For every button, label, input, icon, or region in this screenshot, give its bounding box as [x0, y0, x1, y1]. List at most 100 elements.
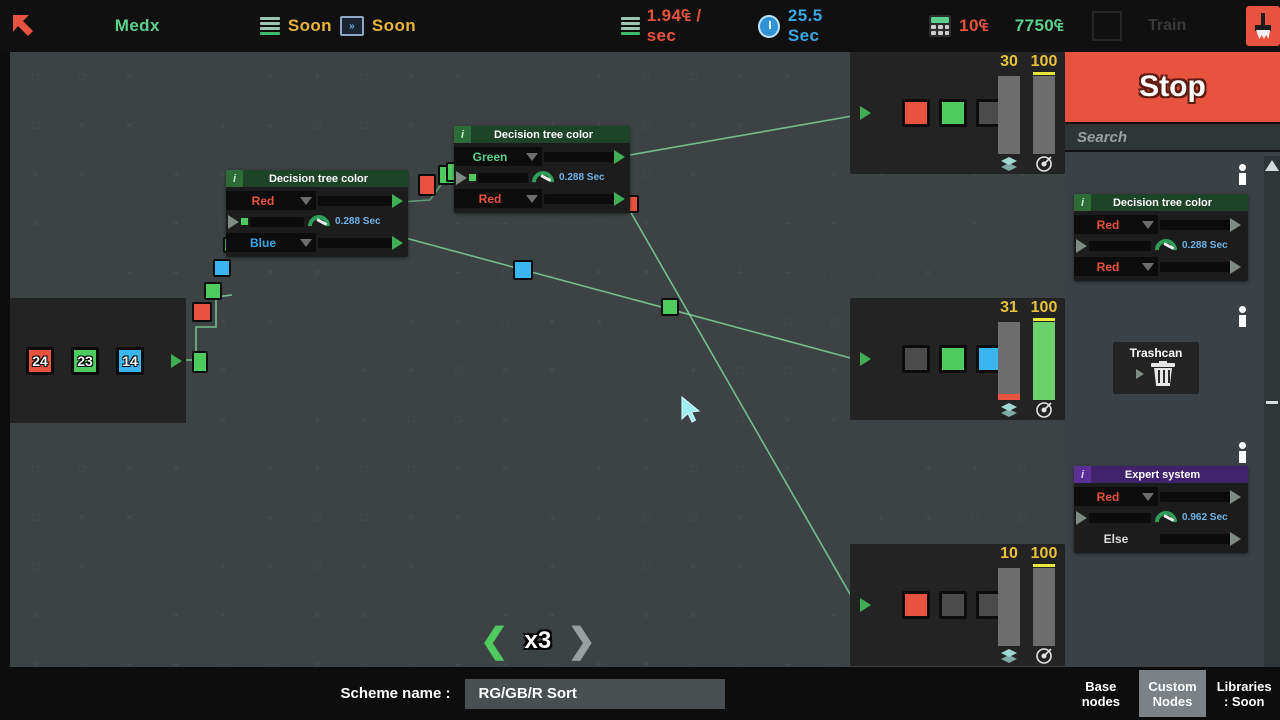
input-port[interactable] — [1136, 368, 1144, 379]
input-port[interactable] — [1076, 510, 1087, 525]
target-icon — [1035, 400, 1053, 420]
node-title: Decision tree color — [493, 128, 594, 141]
chevron-down-icon[interactable] — [526, 194, 538, 203]
node-row-branch-1[interactable]: Else — [1074, 529, 1248, 548]
chevron-down-icon[interactable] — [300, 238, 312, 247]
income-rate-value: 1.94₠ / sec — [646, 6, 702, 45]
branch-output-port[interactable] — [614, 149, 625, 164]
input-source-panel[interactable]: 24 23 14 — [10, 298, 186, 423]
output-bin-3[interactable]: 10 100 — [850, 544, 1065, 666]
broom-icon — [1253, 13, 1273, 39]
tab-label-line2: : Soon — [1223, 693, 1265, 709]
palette-scrollbar[interactable] — [1264, 156, 1280, 718]
info-icon[interactable]: i — [1074, 194, 1091, 211]
back-button[interactable] — [0, 0, 49, 52]
branch-output-port[interactable] — [1230, 489, 1241, 504]
branch-output-port[interactable] — [1230, 531, 1241, 546]
node-row-input[interactable]: 0.288 Sec — [1074, 236, 1248, 255]
node-row-input[interactable]: 0.288 Sec — [454, 168, 630, 187]
info-icon[interactable] — [1237, 306, 1247, 328]
node-row-branch-0[interactable]: Green — [454, 147, 630, 166]
node-row-input[interactable]: 0.288 Sec — [226, 212, 408, 231]
input-port[interactable] — [228, 214, 239, 229]
input-port[interactable] — [850, 352, 880, 366]
branch-output-port[interactable] — [392, 235, 403, 250]
bin-target-meter: 100 — [1031, 298, 1057, 420]
chevron-down-icon[interactable] — [1142, 492, 1154, 501]
node-header[interactable]: i Decision tree color — [1074, 194, 1248, 211]
clear-canvas-button[interactable] — [1246, 6, 1280, 46]
chevron-down-icon[interactable] — [526, 152, 538, 161]
node-row-branch-1[interactable]: Blue — [226, 233, 408, 252]
node-decision-tree-color-1[interactable]: i Decision tree color Red 0.288 Sec Blue — [226, 170, 408, 257]
node-row-branch-1[interactable]: Red — [454, 189, 630, 208]
gauge-icon — [1155, 238, 1177, 253]
input-port[interactable] — [850, 598, 880, 612]
stopwatch-icon — [758, 14, 780, 38]
color-select[interactable]: Red — [1074, 215, 1158, 234]
palette-tabs: Base nodes Custom Nodes Libraries : Soon — [1065, 667, 1280, 720]
server-stack-icon — [621, 15, 640, 37]
search-field[interactable]: Search — [1065, 124, 1280, 152]
transit-block — [204, 282, 222, 300]
node-header[interactable]: i Decision tree color — [226, 170, 408, 187]
input-cube-value: 23 — [77, 352, 93, 369]
output-bin-1[interactable]: 30 100 — [850, 52, 1065, 174]
branch-output-port[interactable] — [614, 191, 625, 206]
color-select[interactable]: Green — [454, 147, 542, 166]
info-icon[interactable] — [1237, 442, 1247, 464]
stop-button[interactable]: Stop — [1065, 52, 1280, 124]
node-canvas[interactable]: □□×··++□××··+□□××··+□□□××·++□□×··++□××··… — [10, 52, 1065, 667]
speed-control[interactable]: ❮ x3 ❯ — [480, 624, 596, 658]
node-row-branch-0[interactable]: Red — [226, 191, 408, 210]
triangle-up-icon[interactable] — [1265, 160, 1279, 171]
train-checkbox[interactable] — [1092, 11, 1123, 41]
output-port[interactable] — [171, 353, 182, 368]
node-header[interactable]: i Expert system — [1074, 466, 1248, 483]
input-port[interactable] — [1076, 238, 1087, 253]
palette-trashcan[interactable]: Trashcan — [1113, 342, 1199, 394]
input-port[interactable] — [850, 106, 880, 120]
node-row-branch-0[interactable]: Red — [1074, 487, 1248, 506]
info-icon[interactable]: i — [1074, 466, 1091, 483]
bin-count-meter: 30 — [996, 52, 1022, 174]
tab-base-nodes[interactable]: Base nodes — [1067, 670, 1135, 717]
palette-node-expert-system[interactable]: i Expert system Red 0.962 Sec Else — [1074, 466, 1248, 553]
info-icon[interactable]: i — [226, 170, 243, 187]
output-bin-2[interactable]: 31 100 — [850, 298, 1065, 420]
topbar-item-1-label: Soon — [371, 16, 417, 35]
chevron-right-icon[interactable]: ❯ — [567, 624, 596, 658]
color-select[interactable]: Blue — [226, 233, 316, 252]
color-select[interactable]: Red — [226, 191, 316, 210]
node-row-input[interactable]: 0.962 Sec — [1074, 508, 1248, 527]
node-row-branch-1[interactable]: Red — [1074, 257, 1248, 276]
gauge-value: 0.288 Sec — [335, 216, 381, 227]
palette-node-decision-tree-color[interactable]: i Decision tree color Red 0.288 Sec Red — [1074, 194, 1248, 281]
color-select[interactable]: Red — [1074, 487, 1158, 506]
branch-output-port[interactable] — [1230, 259, 1241, 274]
info-icon[interactable] — [1237, 164, 1247, 186]
input-port[interactable] — [456, 170, 467, 185]
scheme-name-input[interactable]: RG/GB/R Sort — [464, 678, 725, 709]
tab-libraries[interactable]: Libraries : Soon — [1210, 670, 1278, 717]
chevron-down-icon[interactable] — [1142, 262, 1154, 271]
branch-output-port[interactable] — [1230, 217, 1241, 232]
trashcan-label: Trashcan — [1129, 346, 1183, 360]
branch-output-port[interactable] — [392, 193, 403, 208]
node-title: Expert system — [1124, 468, 1201, 481]
color-select[interactable]: Red — [1074, 257, 1158, 276]
chevron-down-icon[interactable] — [1142, 220, 1154, 229]
chevron-down-icon[interactable] — [300, 196, 312, 205]
info-icon[interactable]: i — [454, 126, 471, 143]
tab-custom-nodes[interactable]: Custom Nodes — [1138, 670, 1207, 717]
node-header[interactable]: i Decision tree color — [454, 126, 630, 143]
color-select[interactable]: Red — [454, 189, 542, 208]
node-decision-tree-color-2[interactable]: i Decision tree color Green 0.288 Sec Re… — [454, 126, 630, 213]
bin-count-value: 30 — [1000, 53, 1018, 70]
color-select-value: Blue — [249, 235, 276, 250]
node-palette[interactable]: i Decision tree color Red 0.288 Sec Red … — [1065, 156, 1280, 718]
tab-label-line2: nodes — [1081, 693, 1120, 709]
chevron-left-icon[interactable]: ❮ — [480, 624, 509, 658]
scrollbar-thumb[interactable] — [1266, 401, 1278, 404]
node-row-branch-0[interactable]: Red — [1074, 215, 1248, 234]
